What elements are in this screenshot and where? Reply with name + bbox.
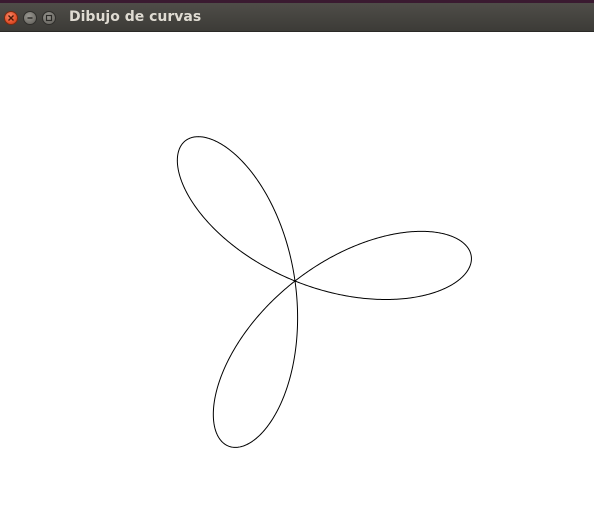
drawing-canvas: [0, 32, 594, 531]
close-icon: [8, 15, 14, 21]
app-window: Dibujo de curvas: [0, 0, 594, 531]
minimize-button[interactable]: [23, 11, 37, 25]
title-bar[interactable]: Dibujo de curvas: [0, 3, 594, 32]
rose-curve: [176, 136, 472, 448]
maximize-icon: [45, 14, 53, 22]
close-button[interactable]: [4, 11, 18, 25]
curve-drawing: [176, 136, 472, 448]
minimize-icon: [27, 17, 33, 19]
window-title: Dibujo de curvas: [69, 9, 202, 25]
maximize-button[interactable]: [42, 11, 56, 25]
